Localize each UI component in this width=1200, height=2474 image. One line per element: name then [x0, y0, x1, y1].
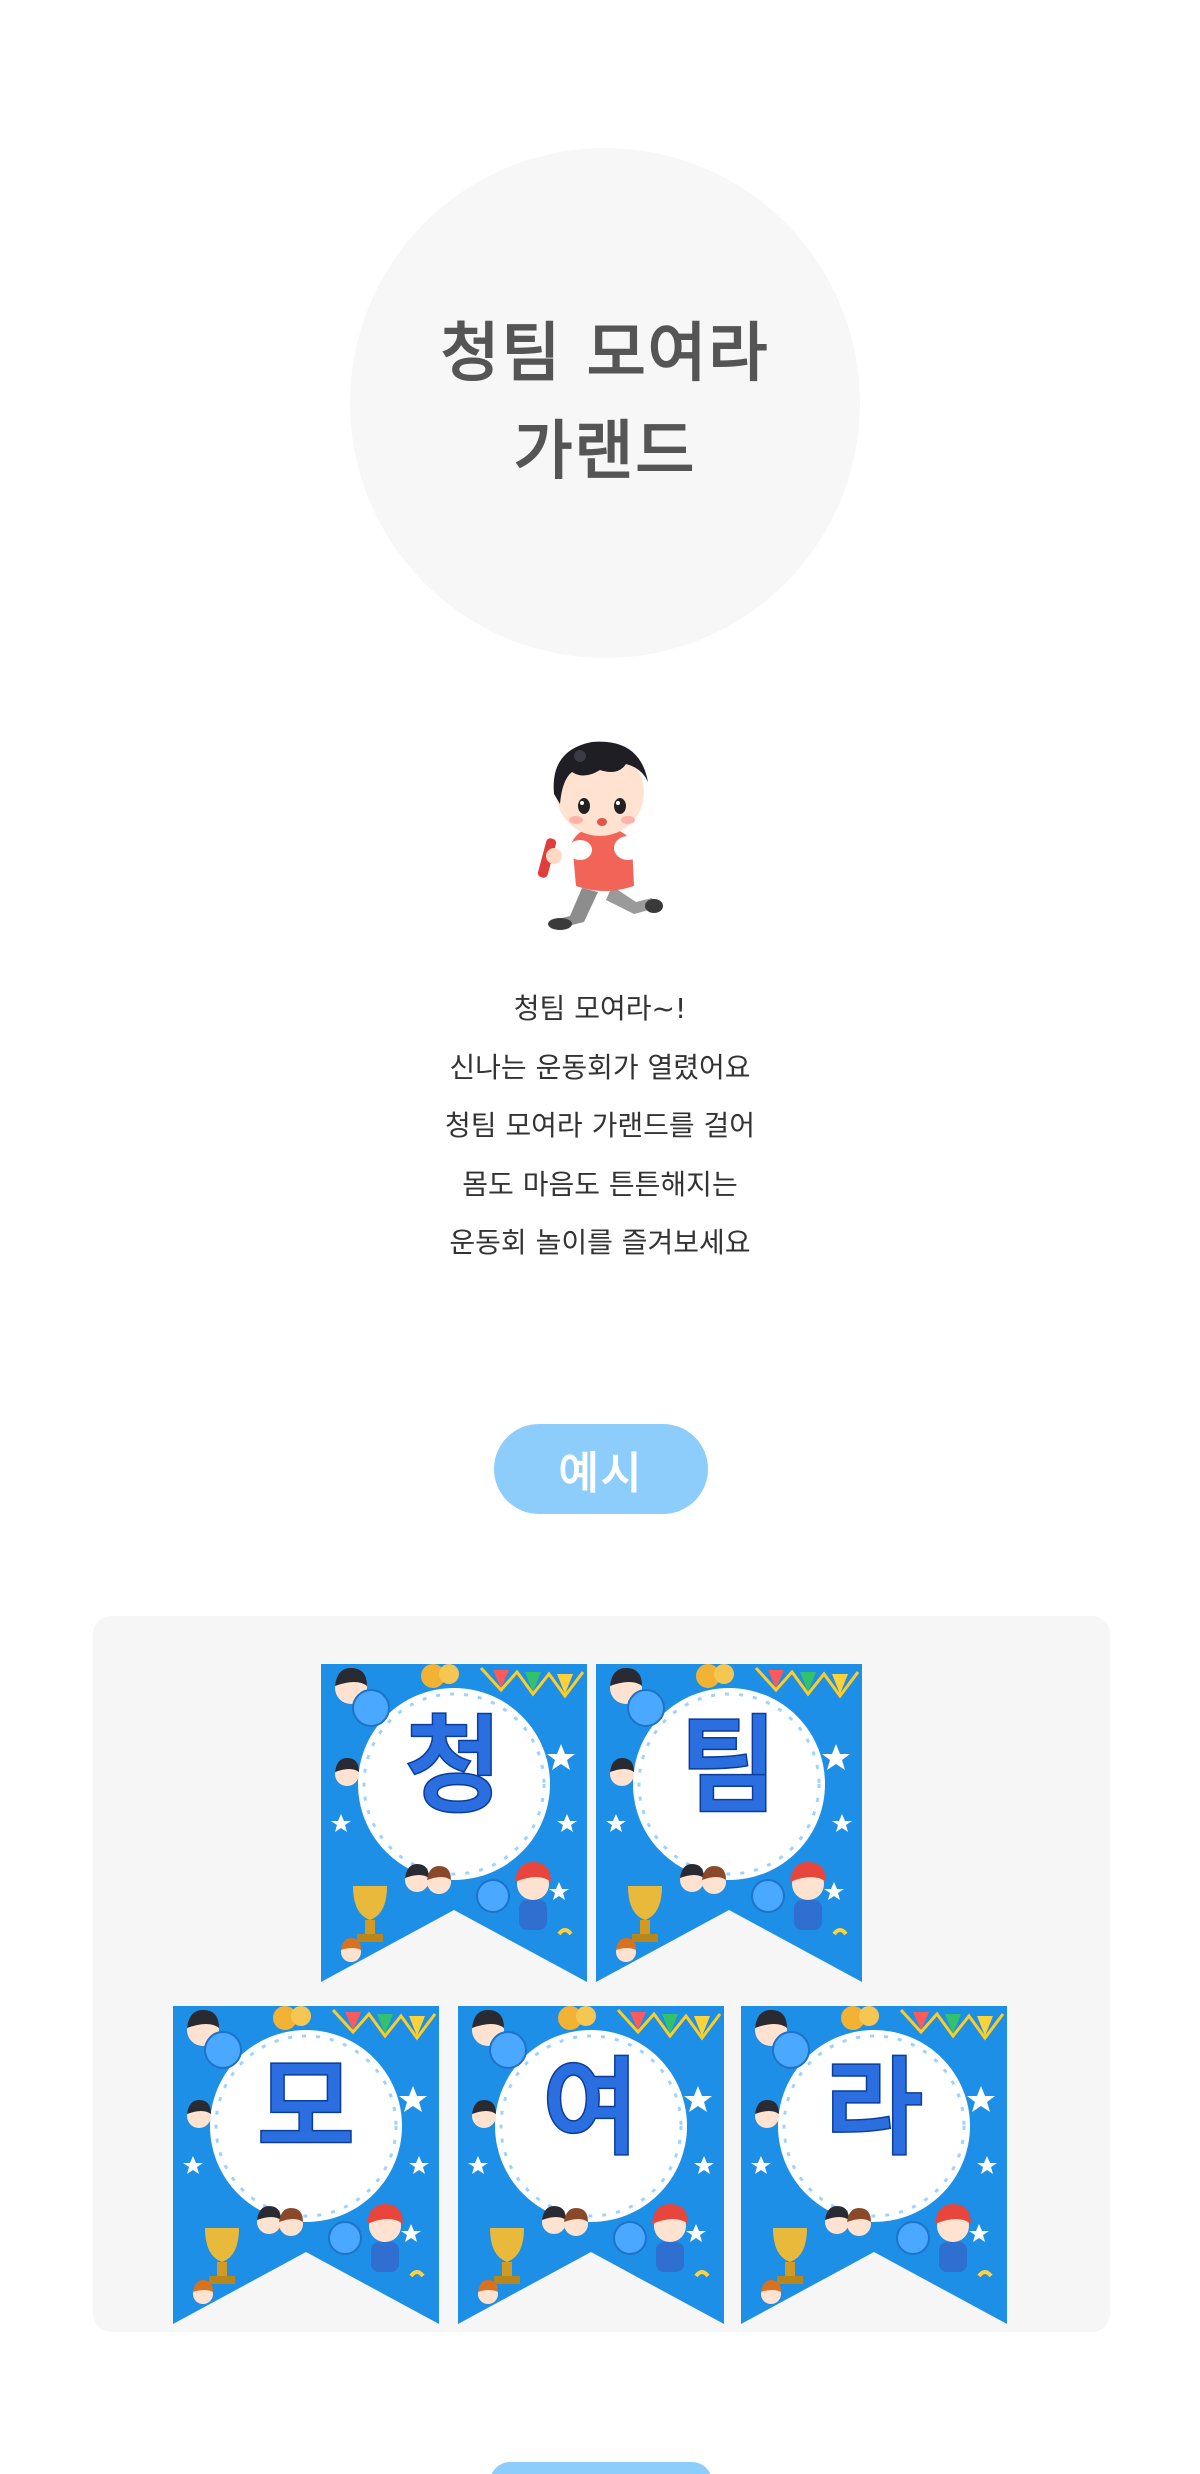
next-section-badge — [490, 2462, 712, 2474]
pennant-card: 청 — [321, 1664, 587, 1982]
pennant-card: 모 — [173, 2006, 439, 2324]
pennant-card: 라 — [741, 2006, 1007, 2324]
pennant-letter: 모 — [258, 2047, 354, 2169]
pennant-letter: 팀 — [681, 1705, 777, 1827]
intro-line: 몸도 마음도 튼튼해지는 — [462, 1167, 738, 1201]
title-line-2: 가랜드 — [513, 415, 697, 489]
pennant-card: 여 — [458, 2006, 724, 2324]
intro-line: 청팀 모여라 가랜드를 걸어 — [444, 1109, 756, 1142]
mascot-illustration — [520, 720, 680, 940]
pennant-card: 팀 — [596, 1664, 862, 1982]
intro-text: 청팀 모여라~! 신나는 운동회가 열렸어요 청팀 모여라 가랜드를 걸어 몸도… — [0, 980, 1200, 1273]
pennant-letter: 청 — [406, 1705, 502, 1827]
intro-line: 청팀 모여라~! — [513, 992, 687, 1025]
intro-line: 운동회 놀이를 즐겨보세요 — [449, 1226, 751, 1259]
pennant-letter: 여 — [543, 2047, 639, 2169]
intro-line: 신나는 운동회가 열렸어요 — [449, 1050, 751, 1084]
garland-example-panel: 청 팀 모 여 라 — [93, 1616, 1110, 2332]
pennant-letter: 라 — [826, 2047, 922, 2169]
title-line-1: 청팀 모여라 — [440, 317, 770, 391]
title-circle: 청팀 모여라 가랜드 — [350, 148, 860, 658]
example-badge: 예시 — [494, 1424, 708, 1514]
